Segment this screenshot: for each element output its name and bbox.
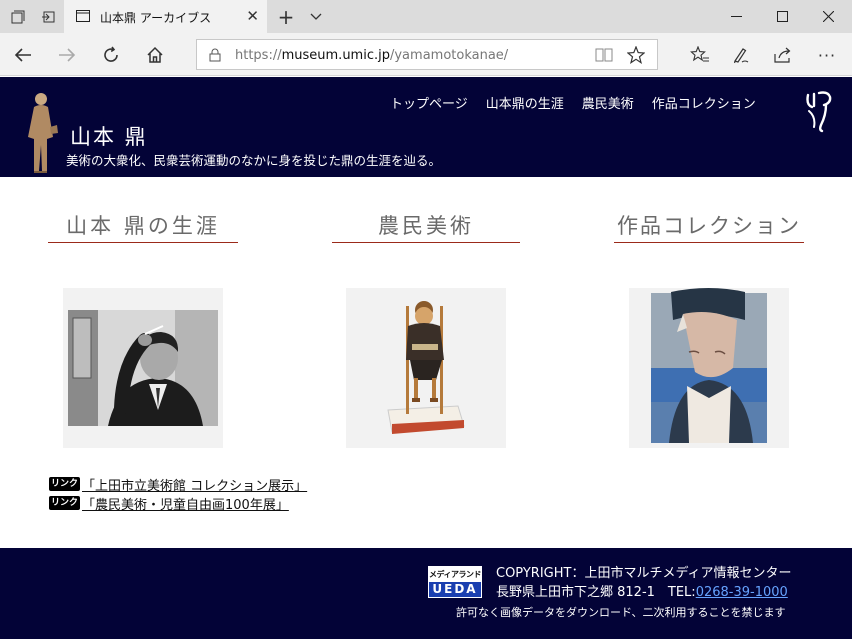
lock-icon <box>209 48 221 62</box>
main-menu: トップページ 山本鼎の生涯 農民美術 作品コレクション <box>390 93 756 112</box>
link-100-year-exhibition[interactable]: 「農民美術・児童自由画100年展」 <box>82 494 289 513</box>
menu-life[interactable]: 山本鼎の生涯 <box>486 93 564 112</box>
archive-mark-logo[interactable] <box>804 91 836 133</box>
back-icon[interactable] <box>7 39 39 71</box>
favorite-star-icon[interactable] <box>627 46 645 64</box>
tab-title: 山本鼎 アーカイブス <box>100 11 212 25</box>
link-badge: リンク <box>49 496 81 510</box>
thumbnail-painting[interactable] <box>629 288 789 448</box>
portrait-figure-logo[interactable] <box>20 89 62 173</box>
tab-active[interactable]: 山本鼎 アーカイブス ✕ <box>64 0 267 33</box>
url-text: https://museum.umic.jp/yamamotokanae/ <box>235 48 509 63</box>
site-header: 山本 鼎 美術の大衆化、民衆芸術運動のなかに身を投じた鼎の生涯を辿る。 トップペ… <box>0 77 852 177</box>
more-menu-icon[interactable]: ··· <box>811 39 843 71</box>
browser-tab-bar: 山本鼎 アーカイブス ✕ + <box>0 0 852 33</box>
link-row: リンク 「上田市立美術館 コレクション展示」 <box>49 475 307 494</box>
usage-notice: 許可なく画像データをダウンロード、二次利用することを禁じます <box>456 606 786 619</box>
thumbnail-folk-doll[interactable] <box>346 288 506 448</box>
minimize-icon[interactable] <box>713 0 759 33</box>
site-title[interactable]: 山本 鼎 <box>70 121 148 151</box>
menu-farmer-art[interactable]: 農民美術 <box>582 93 634 112</box>
link-art-museum-collection[interactable]: 「上田市立美術館 コレクション展示」 <box>82 475 307 494</box>
refresh-icon[interactable] <box>95 39 127 71</box>
tab-manager-icon[interactable] <box>2 0 34 33</box>
address-text: 長野県上田市下之郷 812-1 TEL:0268-39-1000 <box>496 585 788 600</box>
medialand-ueda-logo[interactable]: メディアランド UEDA <box>428 566 482 598</box>
new-tab-icon[interactable]: + <box>270 0 302 33</box>
set-aside-tabs-icon[interactable] <box>32 0 64 33</box>
maximize-icon[interactable] <box>759 0 805 33</box>
site-tagline: 美術の大衆化、民衆芸術運動のなかに身を投じた鼎の生涯を辿る。 <box>66 153 442 168</box>
address-bar[interactable]: https://museum.umic.jp/yamamotokanae/ <box>196 39 658 70</box>
tel-link[interactable]: 0268-39-1000 <box>696 585 788 600</box>
forward-icon[interactable] <box>51 39 83 71</box>
browser-nav-bar: https://museum.umic.jp/yamamotokanae/ ··… <box>0 33 852 76</box>
external-links: リンク 「上田市立美術館 コレクション展示」 リンク 「農民美術・児童自由画10… <box>49 475 307 513</box>
section-heading-farmer-art[interactable]: 農民美術 <box>332 210 520 243</box>
close-tab-icon[interactable]: ✕ <box>246 7 259 25</box>
favorites-hub-icon[interactable] <box>684 39 716 71</box>
pen-notes-icon[interactable] <box>725 39 757 71</box>
link-badge: リンク <box>49 477 81 491</box>
close-window-icon[interactable] <box>805 0 851 33</box>
section-heading-life[interactable]: 山本 鼎の生涯 <box>48 210 238 243</box>
section-heading-collection[interactable]: 作品コレクション <box>614 210 804 243</box>
site-footer: メディアランド UEDA COPYRIGHT：上田市マルチメディア情報センター … <box>0 548 852 639</box>
reading-view-icon[interactable] <box>595 48 613 62</box>
home-icon[interactable] <box>139 39 171 71</box>
thumbnail-portrait-photo[interactable] <box>63 288 223 448</box>
menu-collection[interactable]: 作品コレクション <box>652 93 756 112</box>
link-row: リンク 「農民美術・児童自由画100年展」 <box>49 494 307 513</box>
copyright-text: COPYRIGHT：上田市マルチメディア情報センター <box>496 566 792 581</box>
share-icon[interactable] <box>767 39 799 71</box>
page-icon <box>76 10 90 22</box>
menu-top-page[interactable]: トップページ <box>390 93 468 112</box>
tab-list-chevron-icon[interactable] <box>300 0 332 33</box>
